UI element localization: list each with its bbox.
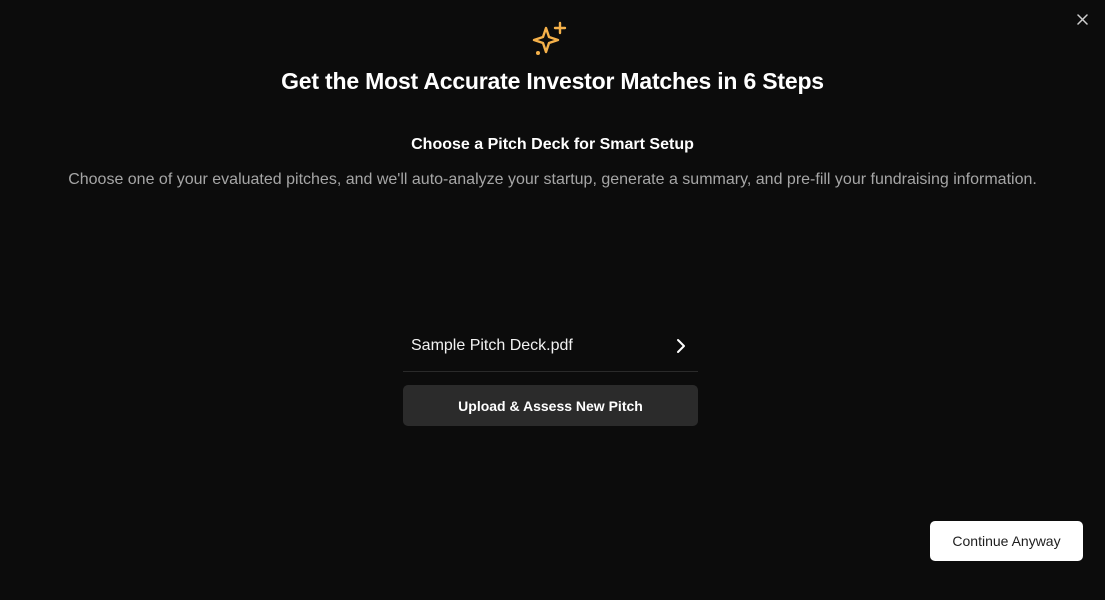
- modal-description: Choose one of your evaluated pitches, an…: [68, 171, 1037, 188]
- close-button[interactable]: [1073, 10, 1091, 28]
- modal-title: Get the Most Accurate Investor Matches i…: [281, 68, 824, 94]
- pitch-deck-name: Sample Pitch Deck.pdf: [411, 336, 573, 354]
- sparkle-icon: [532, 21, 567, 55]
- upload-pitch-button[interactable]: Upload & Assess New Pitch: [403, 385, 698, 426]
- modal-subtitle: Choose a Pitch Deck for Smart Setup: [411, 136, 694, 153]
- continue-anyway-button[interactable]: Continue Anyway: [930, 521, 1083, 561]
- onboarding-modal: Get the Most Accurate Investor Matches i…: [0, 0, 1105, 600]
- chevron-right-icon: [677, 338, 685, 353]
- pitch-deck-item[interactable]: Sample Pitch Deck.pdf: [403, 320, 698, 372]
- close-icon: [1076, 13, 1088, 25]
